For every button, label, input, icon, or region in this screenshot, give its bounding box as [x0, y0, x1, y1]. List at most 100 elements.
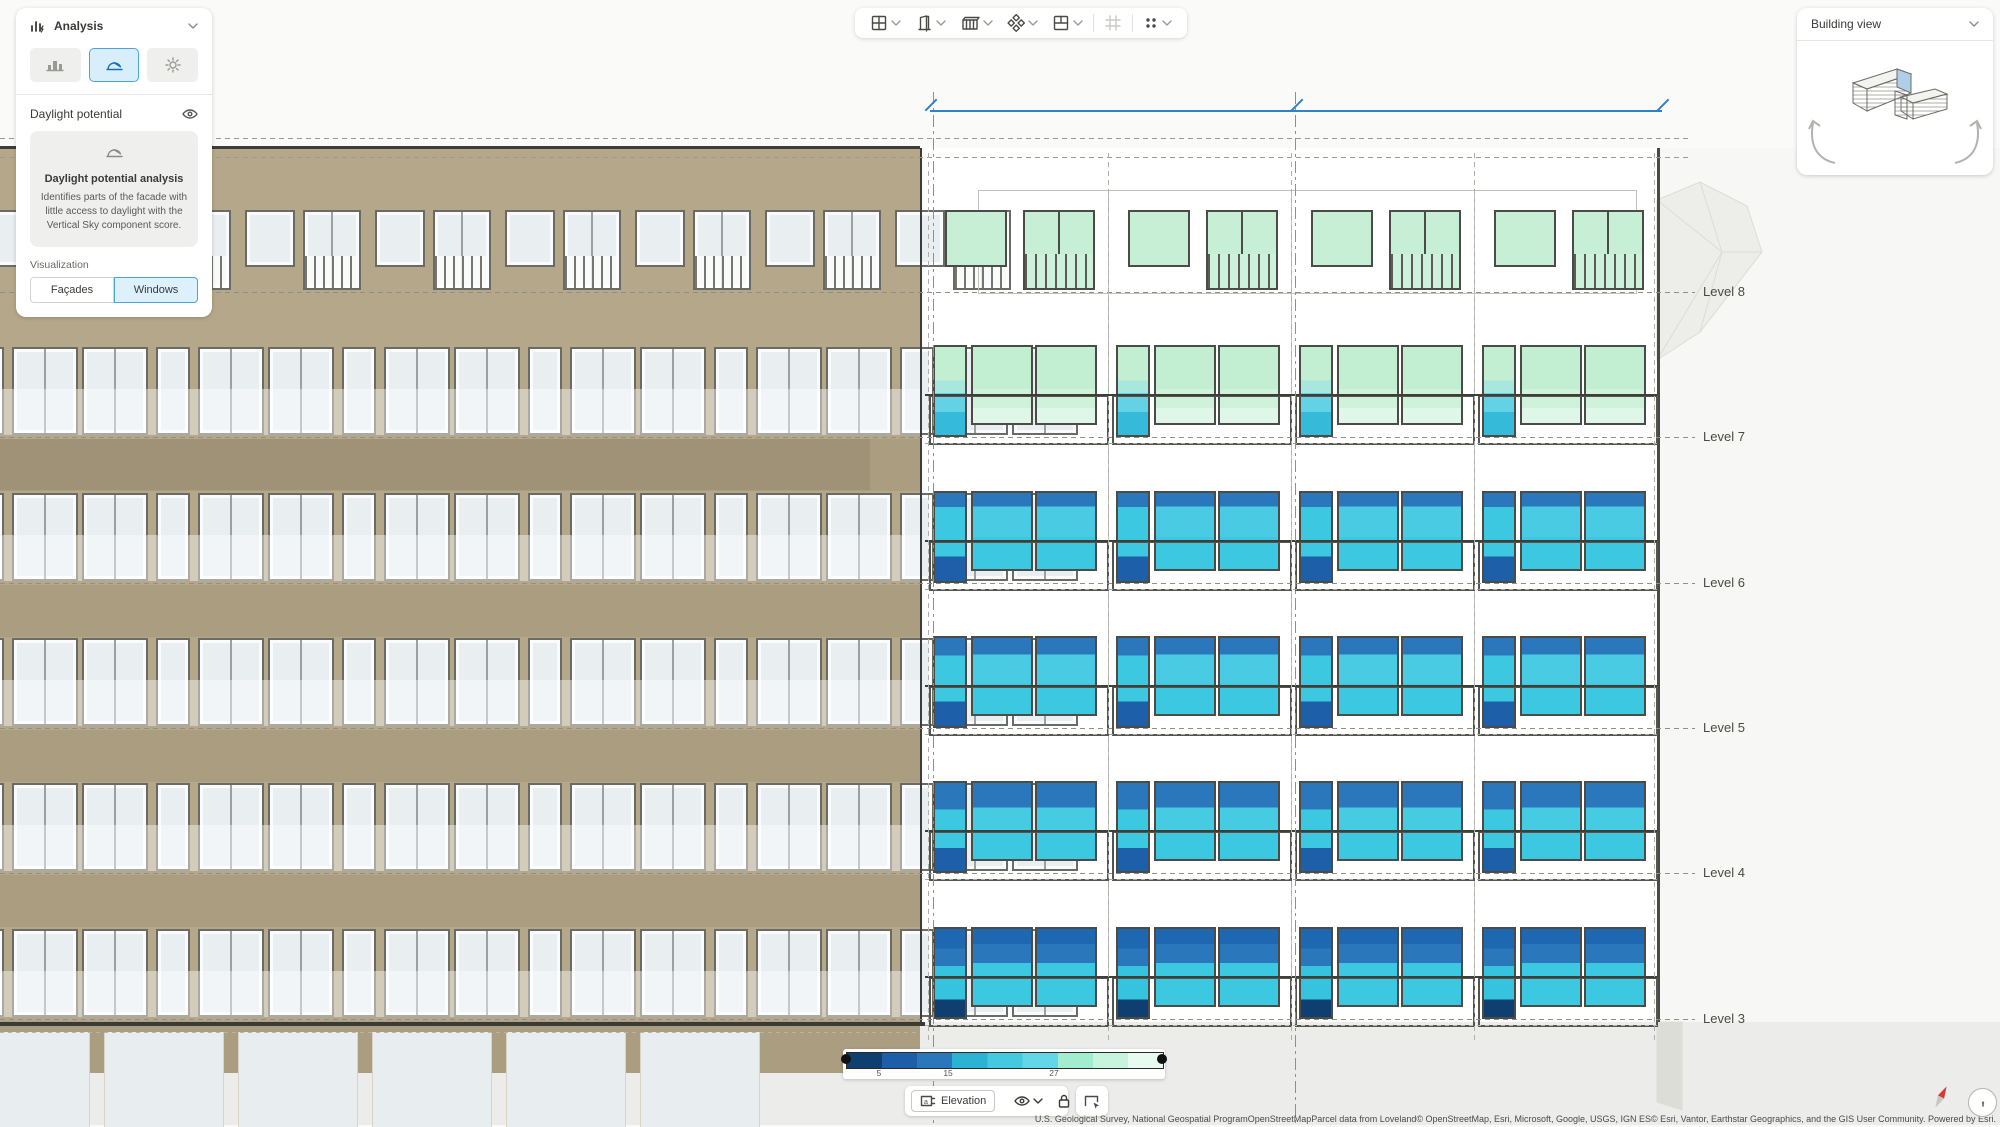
daylight-balcony-door[interactable]: [1023, 210, 1095, 290]
floor-dash-line: [0, 583, 1695, 584]
divider: [1093, 14, 1094, 32]
toolbar-room-icon[interactable]: [1045, 8, 1090, 38]
level-label: Level 8: [1703, 284, 1745, 299]
daylight-card-body: Identifies parts of the facade with litt…: [40, 191, 188, 233]
daylight-potential-title: Daylight potential: [30, 107, 182, 121]
analysis-tool-daylight-dome[interactable]: [89, 48, 140, 82]
facade-window-square[interactable]: [505, 210, 555, 267]
select-region-toolbar: [1076, 1086, 1108, 1116]
legend-tick: 5: [876, 1068, 881, 1078]
daylight-info-card: Daylight potential analysis Identifies p…: [30, 131, 198, 247]
balcony-glass-band: [0, 971, 920, 1017]
chevron-down-icon[interactable]: [188, 23, 198, 29]
facade-window-square[interactable]: [375, 210, 425, 267]
daylight-window[interactable]: [1311, 210, 1373, 267]
daylight-balcony-door[interactable]: [1389, 210, 1461, 290]
daylight-card-title: Daylight potential analysis: [40, 173, 188, 185]
chevron-down-icon[interactable]: [1969, 21, 1979, 27]
elevation-view-button[interactable]: a Elevation: [911, 1090, 995, 1112]
view-toolbar: a Elevation ft: [905, 1086, 1068, 1116]
balcony-glass-band: [0, 389, 920, 435]
facade-balcony-door[interactable]: [693, 210, 751, 290]
rotate-right-arrow-icon[interactable]: [1949, 117, 1985, 165]
storefront-glazing-panel[interactable]: [372, 1032, 492, 1127]
facade-shadow-band: [0, 875, 920, 927]
daylight-dome-icon: [105, 146, 123, 158]
daylight-window[interactable]: [945, 210, 1007, 267]
storefront-glazing-panel[interactable]: [0, 1032, 90, 1127]
visibility-button[interactable]: [1007, 1086, 1050, 1116]
building-view-panel: Building view: [1797, 8, 1993, 175]
facade-shadow-band: [0, 585, 920, 637]
toolbar-facade-icon[interactable]: [953, 8, 1000, 38]
grid-dash-vertical: [1108, 150, 1109, 1040]
marquee-select-icon[interactable]: [1077, 1086, 1108, 1116]
storefront-glazing-panel[interactable]: [506, 1032, 626, 1127]
legend-max-handle[interactable]: [1157, 1054, 1167, 1064]
section-centerline: [1295, 92, 1296, 1125]
eye-icon[interactable]: [182, 108, 198, 120]
toolbar-apps-icon[interactable]: [1136, 8, 1179, 38]
facade-window-square[interactable]: [635, 210, 685, 267]
dimension-tick: [1657, 99, 1670, 112]
visualization-option-windows[interactable]: Windows: [114, 277, 198, 303]
grid-dash-vertical: [1291, 150, 1292, 1040]
balcony-railing: [825, 256, 879, 288]
facade-shadow-band-dark: [0, 439, 870, 490]
facade-window-square[interactable]: [245, 210, 295, 267]
lock-button[interactable]: [1050, 1086, 1078, 1116]
storefront-glazing-panel[interactable]: [104, 1032, 224, 1127]
visualization-option-faades[interactable]: Façades: [30, 277, 114, 303]
legend-gradient-bar: [846, 1052, 1164, 1069]
analysis-tool-massing[interactable]: [30, 48, 81, 82]
facade-balcony-door[interactable]: [563, 210, 621, 290]
dimension-line[interactable]: [930, 110, 1662, 112]
floor-dash-line: [0, 292, 1695, 293]
storefront-glazing-panel[interactable]: [640, 1032, 760, 1127]
facade-window-square[interactable]: [765, 210, 815, 267]
toolbar-grid-icon[interactable]: [1097, 8, 1129, 38]
level-label: Level 7: [1703, 429, 1745, 444]
daylight-window[interactable]: [1128, 210, 1190, 267]
elevation-canvas[interactable]: Level 8Level 7Level 6Level 5Level 4Level…: [0, 0, 2000, 1125]
daylight-window[interactable]: [1494, 210, 1556, 267]
level-label: Level 3: [1703, 1011, 1745, 1026]
toolbar-window-grid-icon[interactable]: [863, 8, 908, 38]
info-button[interactable]: [1968, 1088, 1997, 1117]
visualization-toggle: FaçadesWindows: [30, 277, 198, 303]
floor-dash-line: [0, 1019, 1695, 1020]
rotate-left-arrow-icon[interactable]: [1805, 117, 1841, 165]
compass-icon[interactable]: [1930, 1084, 1952, 1110]
level-label: Level 5: [1703, 720, 1745, 735]
balcony-railing: [1025, 254, 1093, 288]
legend-tick: 27: [1049, 1068, 1058, 1078]
building-view-title: Building view: [1811, 17, 1961, 31]
facade-balcony-door[interactable]: [303, 210, 361, 290]
facade-balcony-door[interactable]: [823, 210, 881, 290]
toolbar-door-icon[interactable]: [908, 8, 953, 38]
grid-dash-vertical: [928, 150, 929, 1040]
legend-min-handle[interactable]: [841, 1054, 851, 1064]
storefront-glazing-panel[interactable]: [238, 1032, 358, 1127]
building-3d-thumbnail[interactable]: [1835, 53, 1955, 137]
daylight-balcony-door[interactable]: [1572, 210, 1644, 290]
analysis-panel-title: Analysis: [54, 19, 180, 33]
balcony-railing: [565, 256, 619, 288]
grid-dash-vertical: [1654, 150, 1655, 1040]
modeling-toolbar: [855, 8, 1187, 38]
toolbar-pattern-icon[interactable]: [1000, 8, 1045, 38]
analysis-icon: [30, 18, 46, 34]
map-attribution: U.S. Geological Survey, National Geospat…: [1035, 1114, 1996, 1124]
grid-dash-vertical: [1474, 150, 1475, 1040]
analysis-tool-sun[interactable]: [147, 48, 198, 82]
daylight-balcony-door[interactable]: [1206, 210, 1278, 290]
analysis-tool-row: [16, 44, 212, 94]
level-label: Level 6: [1703, 575, 1745, 590]
roof-dash-line: [0, 157, 1690, 158]
elevation-view-label: Elevation: [941, 1095, 986, 1107]
svg-text:a: a: [924, 1099, 928, 1106]
ground-dash: [0, 1032, 920, 1033]
facade-balcony-door[interactable]: [433, 210, 491, 290]
floor-dash-line: [0, 728, 1695, 729]
balcony-railing: [1208, 254, 1276, 288]
